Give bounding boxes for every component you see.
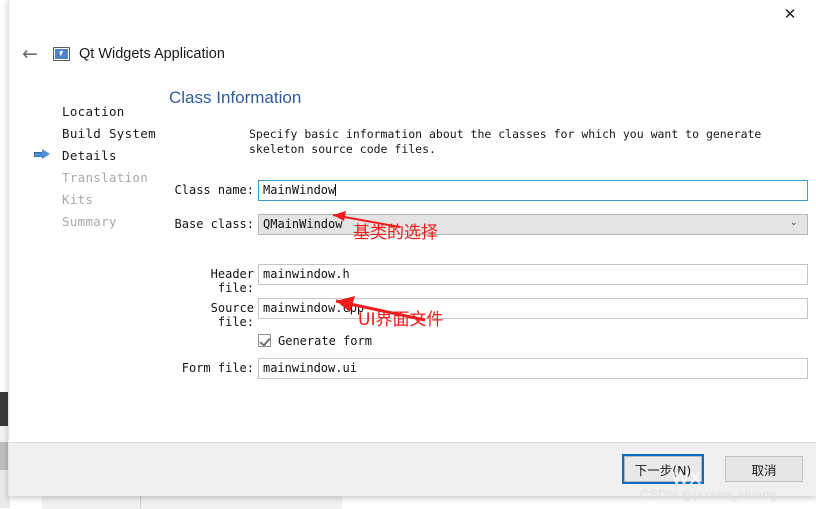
step-label: Details: [62, 147, 117, 163]
field-row-header-file: Header file: mainwindow.h: [169, 264, 809, 295]
field-row-source-file: Source file: mainwindow.cpp: [169, 298, 809, 329]
wizard-dialog: ✕ ← Qt Widgets Application Location Buil…: [8, 0, 816, 496]
wizard-step-list: Location Build System Details Translatio…: [34, 100, 175, 232]
close-icon[interactable]: ✕: [767, 0, 813, 28]
step-label: Kits: [62, 191, 94, 207]
base-class-label: Base class:: [174, 217, 254, 231]
step-label: Build System: [62, 125, 156, 141]
cancel-button[interactable]: 取消: [725, 456, 803, 482]
annotation-base-class: 基类的选择: [353, 223, 438, 243]
sidebar-step-build-system[interactable]: Build System: [45, 122, 175, 144]
class-name-input[interactable]: MainWindow: [258, 180, 808, 201]
source-file-input[interactable]: mainwindow.cpp: [258, 298, 808, 319]
next-button[interactable]: 下一步(N): [622, 454, 704, 484]
application-window-icon: [53, 47, 70, 61]
generate-form-checkbox[interactable]: [258, 334, 271, 347]
annotation-ui-file: UI界面文件: [358, 310, 444, 330]
step-label: Location: [62, 103, 125, 119]
header-file-label: Header file:: [210, 267, 254, 295]
sidebar-step-kits[interactable]: Kits: [45, 188, 175, 210]
step-label: Summary: [62, 213, 117, 229]
class-information-form: Class name: MainWindow Base class: QMain…: [169, 180, 809, 392]
field-row-generate-form: Generate form: [169, 332, 809, 352]
sidebar-step-details[interactable]: Details: [34, 144, 175, 166]
class-name-label: Class name:: [174, 183, 254, 197]
field-row-form-file: Form file: mainwindow.ui: [169, 358, 809, 380]
wizard-header: ← Qt Widgets Application: [9, 40, 225, 68]
step-label: Translation: [62, 169, 149, 185]
sidebar-step-location[interactable]: Location: [45, 100, 175, 122]
field-row-class-name: Class name: MainWindow: [169, 180, 809, 202]
header-file-input[interactable]: mainwindow.h: [258, 264, 808, 285]
sidebar-step-summary[interactable]: Summary: [45, 210, 175, 232]
wizard-title: Qt Widgets Application: [79, 46, 225, 62]
current-step-arrow-icon: [34, 149, 52, 160]
text-caret: [335, 184, 337, 196]
field-row-base-class: Base class: QMainWindow ⌄: [169, 214, 809, 236]
page-title: Class Information: [169, 88, 302, 107]
source-file-label: Source file:: [210, 301, 254, 329]
class-name-value: MainWindow: [263, 183, 336, 197]
title-bar: ✕: [9, 0, 816, 28]
form-spacer: [169, 248, 809, 264]
dialog-footer: 下一步(N) 取消: [9, 442, 816, 496]
form-file-input[interactable]: mainwindow.ui: [258, 358, 808, 379]
base-class-dropdown[interactable]: QMainWindow ⌄: [258, 214, 808, 235]
back-arrow-icon[interactable]: ←: [15, 44, 45, 64]
page-description: Specify basic information about the clas…: [249, 127, 762, 156]
sidebar-step-translation[interactable]: Translation: [45, 166, 175, 188]
base-class-value: QMainWindow: [263, 217, 343, 231]
chevron-down-icon: ⌄: [790, 218, 798, 228]
generate-form-label: Generate form: [278, 334, 372, 348]
form-file-label: Form file:: [181, 361, 254, 375]
